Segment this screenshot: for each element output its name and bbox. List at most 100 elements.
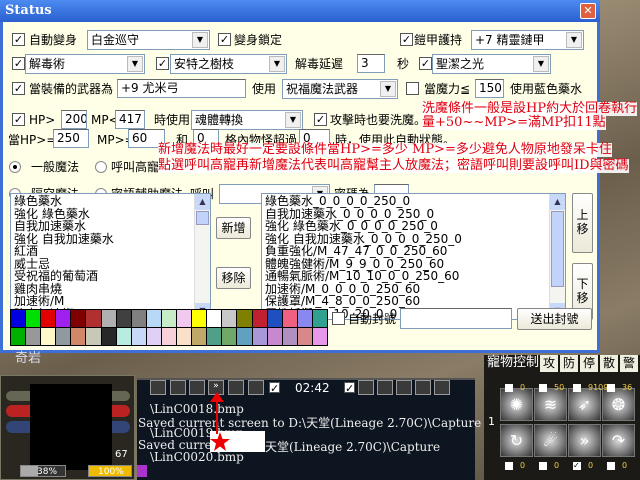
color-swatch[interactable]	[56, 310, 71, 327]
scroll-up-icon[interactable]: ▲	[550, 194, 565, 210]
color-swatch[interactable]	[282, 328, 297, 345]
wash-skill-select[interactable]: 魂體轉換 ▼	[191, 110, 303, 130]
cure-delay-input[interactable]: 3	[357, 54, 385, 73]
list-item[interactable]: 強化 自我加速藥水	[14, 232, 207, 246]
color-swatch[interactable]	[312, 328, 327, 345]
fire-skill-icon[interactable]: ☄	[534, 424, 567, 457]
list-item[interactable]: 受祝福的葡萄酒	[14, 270, 207, 283]
color-swatch[interactable]	[26, 310, 41, 327]
add-button[interactable]: 新增	[216, 217, 251, 239]
color-swatch[interactable]	[207, 310, 222, 327]
auto-morph-checkbox[interactable]	[12, 33, 25, 46]
wave-skill-icon[interactable]: ↷	[602, 424, 635, 457]
book-icon[interactable]	[170, 380, 186, 395]
list-item[interactable]: 保護罩/M_4_8_0_0_250_60	[265, 295, 562, 308]
tornado-skill-icon[interactable]: ↻	[500, 424, 533, 457]
chat-mode-icon[interactable]	[137, 465, 147, 477]
pet-command-button[interactable]: 散	[600, 355, 618, 372]
color-swatch[interactable]	[161, 328, 177, 345]
auto-title-checkbox[interactable]	[332, 312, 345, 325]
move-up-button[interactable]: 上移	[572, 193, 593, 253]
pet-command-button[interactable]: 警	[620, 355, 638, 372]
slot-checkbox[interactable]	[607, 462, 615, 470]
color-swatch[interactable]	[101, 328, 116, 345]
chevron-down-icon[interactable]: ▼	[566, 32, 582, 48]
list-item[interactable]: 強化 綠色藥水_0_0_0_0_250_0	[265, 220, 562, 233]
slot-checkbox[interactable]	[505, 384, 513, 392]
hp-input[interactable]: 200	[61, 110, 87, 129]
color-swatch[interactable]	[131, 328, 146, 345]
cond-hp-input[interactable]: 250	[53, 129, 89, 148]
wand-icon[interactable]	[396, 380, 412, 395]
close-button[interactable]: ✕	[580, 3, 596, 19]
mp-input[interactable]: 417	[115, 110, 145, 129]
armor-select[interactable]: +7 精靈鏈甲 ▼	[471, 30, 584, 50]
color-swatch[interactable]	[237, 328, 252, 345]
scroll-icon[interactable]	[189, 380, 205, 395]
chevron-down-icon[interactable]: ▼	[192, 32, 208, 48]
scrollbar[interactable]: ▲▼	[194, 194, 210, 319]
color-swatch[interactable]	[131, 310, 146, 327]
color-swatch[interactable]	[146, 328, 161, 345]
color-swatch[interactable]	[116, 310, 131, 327]
chevron-down-icon[interactable]: ▼	[269, 56, 285, 72]
color-swatch[interactable]	[252, 328, 267, 345]
scroll-thumb[interactable]	[551, 211, 564, 287]
haste-skill-icon[interactable]: »	[568, 424, 601, 457]
color-swatch[interactable]	[177, 328, 192, 345]
chevron-down-icon[interactable]: ▼	[285, 112, 301, 128]
cure-checkbox[interactable]	[12, 57, 25, 70]
color-swatch[interactable]	[86, 310, 101, 327]
color-swatch[interactable]	[312, 310, 327, 327]
scroll-thumb[interactable]	[196, 211, 209, 225]
title-bar[interactable]: Status	[0, 0, 600, 22]
chest-icon[interactable]	[377, 380, 393, 395]
armor-checkbox[interactable]	[400, 33, 413, 46]
selected-magic-list[interactable]: ▲▼ 綠色藥水_0_0_0_0_250_0自我加速藥水_0_0_0_0_250_…	[261, 193, 566, 320]
color-swatch[interactable]	[297, 328, 312, 345]
title-input[interactable]	[400, 308, 512, 329]
attack-wash-checkbox[interactable]	[314, 113, 327, 126]
slot-checkbox[interactable]	[607, 384, 615, 392]
color-swatch[interactable]	[71, 328, 86, 345]
cure-select[interactable]: 解毒術 ▼	[25, 54, 145, 74]
scroll-skill-icon[interactable]: ❂	[602, 388, 635, 421]
color-swatch[interactable]	[192, 328, 207, 345]
pet-command-button[interactable]: 防	[560, 355, 578, 372]
arrow-skill-icon[interactable]: ➶	[568, 388, 601, 421]
staff-icon[interactable]	[434, 380, 450, 395]
color-swatch[interactable]	[11, 328, 26, 345]
list-item[interactable]: 通暢氣脈術/M_10_10_0_0_250_60	[265, 270, 562, 283]
list-item[interactable]: 加速術/M	[14, 295, 207, 308]
mana-checkbox[interactable]	[406, 82, 419, 95]
color-swatch[interactable]	[222, 328, 237, 345]
pet-command-button[interactable]: 攻	[540, 355, 558, 372]
slot-checkbox[interactable]	[573, 384, 581, 392]
color-swatch[interactable]	[71, 310, 86, 327]
send-title-button[interactable]: 送出封號	[517, 308, 592, 330]
cure-item-select[interactable]: 安特之樹枝 ▼	[170, 54, 287, 74]
color-swatch[interactable]	[177, 310, 192, 327]
hp-wash-checkbox[interactable]	[12, 113, 25, 126]
color-swatch[interactable]	[282, 310, 297, 327]
potion2-checkbox[interactable]	[344, 382, 355, 393]
weapon-input[interactable]: +9 尤米弓	[117, 79, 246, 98]
list-item[interactable]: 紅酒	[14, 245, 207, 258]
color-swatch[interactable]	[41, 310, 56, 327]
holy-light-select[interactable]: 聖潔之光 ▼	[432, 54, 551, 74]
chevron-down-icon[interactable]: ▼	[380, 81, 396, 97]
normal-magic-radio[interactable]	[9, 161, 21, 173]
holy-light-checkbox[interactable]	[419, 57, 432, 70]
scrollbar[interactable]: ▲▼	[549, 194, 565, 319]
slot-checkbox[interactable]: ✓	[573, 462, 581, 470]
weapon-skill-select[interactable]: 祝福魔法武器 ▼	[282, 79, 398, 99]
chevron-down-icon[interactable]: ▼	[127, 56, 143, 72]
color-swatch[interactable]	[26, 328, 41, 345]
color-swatch[interactable]	[222, 310, 237, 327]
list-item[interactable]: 自我加速藥水	[14, 220, 207, 233]
arrows-skill-icon[interactable]: ≋	[534, 388, 567, 421]
list-item[interactable]: 綠色藥水	[14, 195, 207, 208]
color-swatch[interactable]	[11, 310, 26, 327]
color-swatch[interactable]	[297, 310, 312, 327]
morph-select[interactable]: 白金巡守 ▼	[87, 30, 210, 50]
